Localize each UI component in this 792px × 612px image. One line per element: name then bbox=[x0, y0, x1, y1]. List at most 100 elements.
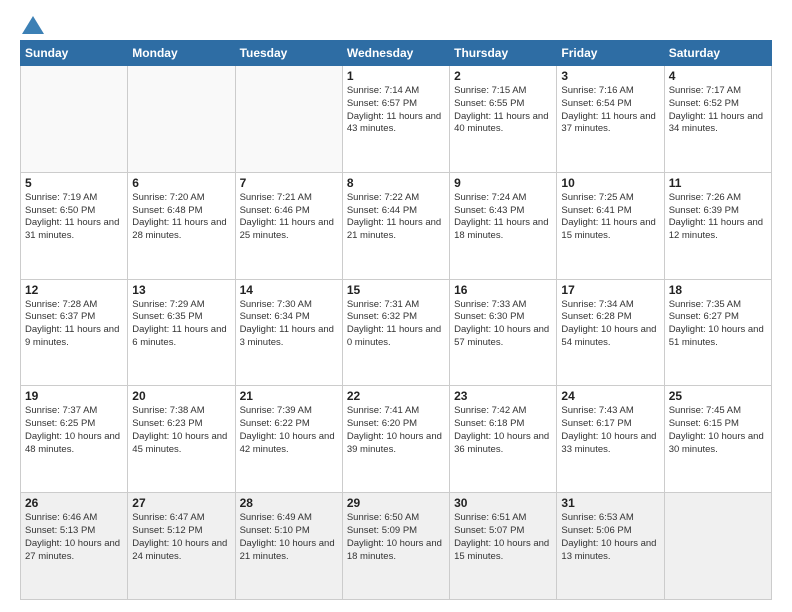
day-detail: Sunrise: 6:53 AM Sunset: 5:06 PM Dayligh… bbox=[561, 512, 659, 563]
day-number: 25 bbox=[669, 389, 767, 403]
day-cell-13: 13 Sunrise: 7:29 AM Sunset: 6:35 PM Dayli… bbox=[128, 279, 235, 386]
day-number: 15 bbox=[347, 283, 445, 297]
day-number: 9 bbox=[454, 176, 552, 190]
day-cell-7: 7 Sunrise: 7:21 AM Sunset: 6:46 PM Daylig… bbox=[235, 172, 342, 279]
day-cell-2: 2 Sunrise: 7:15 AM Sunset: 6:55 PM Daylig… bbox=[450, 66, 557, 173]
day-number: 23 bbox=[454, 389, 552, 403]
day-cell-15: 15 Sunrise: 7:31 AM Sunset: 6:32 PM Dayli… bbox=[342, 279, 449, 386]
day-cell-11: 11Sunrise: 7:26 AM Sunset: 6:39 PM Dayli… bbox=[664, 172, 771, 279]
weekday-header-wednesday: Wednesday bbox=[342, 41, 449, 66]
empty-cell bbox=[128, 66, 235, 173]
day-cell-28: 28Sunrise: 6:49 AM Sunset: 5:10 PM Dayli… bbox=[235, 493, 342, 600]
day-number: 2 bbox=[454, 69, 552, 83]
day-cell-8: 8Sunrise: 7:22 AM Sunset: 6:44 PM Daylig… bbox=[342, 172, 449, 279]
day-detail: Sunrise: 7:39 AM Sunset: 6:22 PM Dayligh… bbox=[240, 405, 338, 456]
day-detail: Sunrise: 7:22 AM Sunset: 6:44 PM Dayligh… bbox=[347, 192, 445, 243]
day-number: 19 bbox=[25, 389, 123, 403]
day-detail: Sunrise: 7:35 AM Sunset: 6:27 PM Dayligh… bbox=[669, 299, 767, 350]
day-detail: Sunrise: 7:28 AM Sunset: 6:37 PM Dayligh… bbox=[25, 299, 123, 350]
day-number: 21 bbox=[240, 389, 338, 403]
day-detail: Sunrise: 7:14 AM Sunset: 6:57 PM Dayligh… bbox=[347, 85, 445, 136]
day-detail: Sunrise: 7:43 AM Sunset: 6:17 PM Dayligh… bbox=[561, 405, 659, 456]
empty-cell bbox=[21, 66, 128, 173]
week-row-5: 26 Sunrise: 6:46 AM Sunset: 5:13 PM Dayli… bbox=[21, 493, 772, 600]
day-number: 1 bbox=[347, 69, 445, 83]
day-detail: Sunrise: 7:19 AM Sunset: 6:50 PM Dayligh… bbox=[25, 192, 123, 243]
day-number: 12 bbox=[25, 283, 123, 297]
day-number: 7 bbox=[240, 176, 338, 190]
day-cell-20: 20 Sunrise: 7:38 AM Sunset: 6:23 PM Dayli… bbox=[128, 386, 235, 493]
weekday-header-monday: Monday bbox=[128, 41, 235, 66]
day-detail: Sunrise: 6:47 AM Sunset: 5:12 PM Dayligh… bbox=[132, 512, 230, 563]
day-detail: Sunrise: 7:31 AM Sunset: 6:32 PM Dayligh… bbox=[347, 299, 445, 350]
day-detail: Sunrise: 6:49 AM Sunset: 5:10 PM Dayligh… bbox=[240, 512, 338, 563]
day-detail: Sunrise: 7:41 AM Sunset: 6:20 PM Dayligh… bbox=[347, 405, 445, 456]
day-cell-3: 3 Sunrise: 7:16 AM Sunset: 6:54 PM Daylig… bbox=[557, 66, 664, 173]
day-number: 26 bbox=[25, 496, 123, 510]
day-number: 27 bbox=[132, 496, 230, 510]
day-cell-23: 23Sunrise: 7:42 AM Sunset: 6:18 PM Dayli… bbox=[450, 386, 557, 493]
day-cell-21: 21 Sunrise: 7:39 AM Sunset: 6:22 PM Dayli… bbox=[235, 386, 342, 493]
day-detail: Sunrise: 7:21 AM Sunset: 6:46 PM Dayligh… bbox=[240, 192, 338, 243]
day-cell-26: 26 Sunrise: 6:46 AM Sunset: 5:13 PM Dayli… bbox=[21, 493, 128, 600]
day-number: 5 bbox=[25, 176, 123, 190]
day-number: 20 bbox=[132, 389, 230, 403]
day-cell-10: 10 Sunrise: 7:25 AM Sunset: 6:41 PM Dayli… bbox=[557, 172, 664, 279]
day-detail: Sunrise: 7:29 AM Sunset: 6:35 PM Dayligh… bbox=[132, 299, 230, 350]
day-number: 29 bbox=[347, 496, 445, 510]
weekday-header-saturday: Saturday bbox=[664, 41, 771, 66]
day-detail: Sunrise: 7:24 AM Sunset: 6:43 PM Dayligh… bbox=[454, 192, 552, 243]
header bbox=[20, 16, 772, 32]
week-row-1: 1 Sunrise: 7:14 AM Sunset: 6:57 PM Daylig… bbox=[21, 66, 772, 173]
day-detail: Sunrise: 7:37 AM Sunset: 6:25 PM Dayligh… bbox=[25, 405, 123, 456]
day-number: 13 bbox=[132, 283, 230, 297]
weekday-header-friday: Friday bbox=[557, 41, 664, 66]
day-detail: Sunrise: 7:38 AM Sunset: 6:23 PM Dayligh… bbox=[132, 405, 230, 456]
weekday-header-sunday: Sunday bbox=[21, 41, 128, 66]
logo-icon bbox=[22, 16, 44, 34]
day-number: 14 bbox=[240, 283, 338, 297]
day-detail: Sunrise: 7:25 AM Sunset: 6:41 PM Dayligh… bbox=[561, 192, 659, 243]
day-number: 31 bbox=[561, 496, 659, 510]
day-cell-29: 29 Sunrise: 6:50 AM Sunset: 5:09 PM Dayli… bbox=[342, 493, 449, 600]
day-detail: Sunrise: 6:46 AM Sunset: 5:13 PM Dayligh… bbox=[25, 512, 123, 563]
day-detail: Sunrise: 7:16 AM Sunset: 6:54 PM Dayligh… bbox=[561, 85, 659, 136]
day-number: 3 bbox=[561, 69, 659, 83]
page: SundayMondayTuesdayWednesdayThursdayFrid… bbox=[0, 0, 792, 612]
week-row-2: 5 Sunrise: 7:19 AM Sunset: 6:50 PM Daylig… bbox=[21, 172, 772, 279]
day-cell-14: 14 Sunrise: 7:30 AM Sunset: 6:34 PM Dayli… bbox=[235, 279, 342, 386]
day-number: 24 bbox=[561, 389, 659, 403]
week-row-4: 19 Sunrise: 7:37 AM Sunset: 6:25 PM Dayli… bbox=[21, 386, 772, 493]
day-detail: Sunrise: 6:50 AM Sunset: 5:09 PM Dayligh… bbox=[347, 512, 445, 563]
weekday-header-thursday: Thursday bbox=[450, 41, 557, 66]
day-detail: Sunrise: 7:15 AM Sunset: 6:55 PM Dayligh… bbox=[454, 85, 552, 136]
day-cell-5: 5 Sunrise: 7:19 AM Sunset: 6:50 PM Daylig… bbox=[21, 172, 128, 279]
day-number: 10 bbox=[561, 176, 659, 190]
day-cell-22: 22Sunrise: 7:41 AM Sunset: 6:20 PM Dayli… bbox=[342, 386, 449, 493]
day-number: 18 bbox=[669, 283, 767, 297]
weekday-header-row: SundayMondayTuesdayWednesdayThursdayFrid… bbox=[21, 41, 772, 66]
logo bbox=[20, 16, 46, 32]
day-detail: Sunrise: 7:20 AM Sunset: 6:48 PM Dayligh… bbox=[132, 192, 230, 243]
day-cell-12: 12 Sunrise: 7:28 AM Sunset: 6:37 PM Dayli… bbox=[21, 279, 128, 386]
day-cell-27: 27 Sunrise: 6:47 AM Sunset: 5:12 PM Dayli… bbox=[128, 493, 235, 600]
day-detail: Sunrise: 7:17 AM Sunset: 6:52 PM Dayligh… bbox=[669, 85, 767, 136]
day-number: 30 bbox=[454, 496, 552, 510]
day-cell-17: 17 Sunrise: 7:34 AM Sunset: 6:28 PM Dayli… bbox=[557, 279, 664, 386]
day-cell-1: 1 Sunrise: 7:14 AM Sunset: 6:57 PM Daylig… bbox=[342, 66, 449, 173]
day-detail: Sunrise: 7:34 AM Sunset: 6:28 PM Dayligh… bbox=[561, 299, 659, 350]
day-cell-25: 25Sunrise: 7:45 AM Sunset: 6:15 PM Dayli… bbox=[664, 386, 771, 493]
day-cell-18: 18 Sunrise: 7:35 AM Sunset: 6:27 PM Dayli… bbox=[664, 279, 771, 386]
day-detail: Sunrise: 7:30 AM Sunset: 6:34 PM Dayligh… bbox=[240, 299, 338, 350]
day-cell-16: 16Sunrise: 7:33 AM Sunset: 6:30 PM Dayli… bbox=[450, 279, 557, 386]
day-detail: Sunrise: 7:26 AM Sunset: 6:39 PM Dayligh… bbox=[669, 192, 767, 243]
week-row-3: 12 Sunrise: 7:28 AM Sunset: 6:37 PM Dayli… bbox=[21, 279, 772, 386]
day-number: 6 bbox=[132, 176, 230, 190]
day-cell-19: 19 Sunrise: 7:37 AM Sunset: 6:25 PM Dayli… bbox=[21, 386, 128, 493]
day-cell-24: 24 Sunrise: 7:43 AM Sunset: 6:17 PM Dayli… bbox=[557, 386, 664, 493]
day-number: 17 bbox=[561, 283, 659, 297]
day-detail: Sunrise: 7:33 AM Sunset: 6:30 PM Dayligh… bbox=[454, 299, 552, 350]
day-cell-30: 30Sunrise: 6:51 AM Sunset: 5:07 PM Dayli… bbox=[450, 493, 557, 600]
day-cell-31: 31 Sunrise: 6:53 AM Sunset: 5:06 PM Dayli… bbox=[557, 493, 664, 600]
day-cell-6: 6 Sunrise: 7:20 AM Sunset: 6:48 PM Daylig… bbox=[128, 172, 235, 279]
